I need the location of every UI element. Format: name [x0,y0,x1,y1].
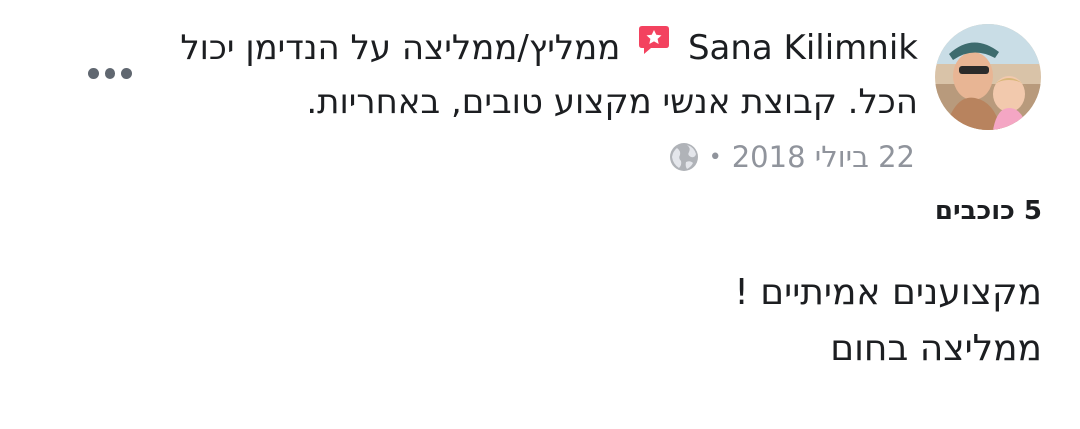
review-line: ממליצה בחום [830,328,1042,369]
review-body: מקצוענים אמיתיים ! ממליצה בחום [734,265,1042,377]
more-dot [121,67,133,79]
avatar[interactable] [935,24,1041,130]
rating-label: 5 כוכבים [934,196,1042,226]
avatar-photo [935,24,1041,130]
post-meta: 22 ביולי 2018 • [669,137,915,177]
more-options-button[interactable] [88,63,133,83]
recommendation-star-icon [637,20,671,72]
post-header: Sana Kilimnik ממליץ/ממליצה על הנדימן יכו… [178,22,918,128]
globe-icon[interactable] [669,142,699,172]
meta-separator: • [708,144,722,170]
more-dot [88,67,99,79]
more-dot [104,67,116,79]
post-date[interactable]: 22 ביולי 2018 [732,140,915,174]
author-name[interactable]: Sana Kilimnik [688,28,918,68]
review-line: מקצוענים אמיתיים ! [734,272,1042,313]
